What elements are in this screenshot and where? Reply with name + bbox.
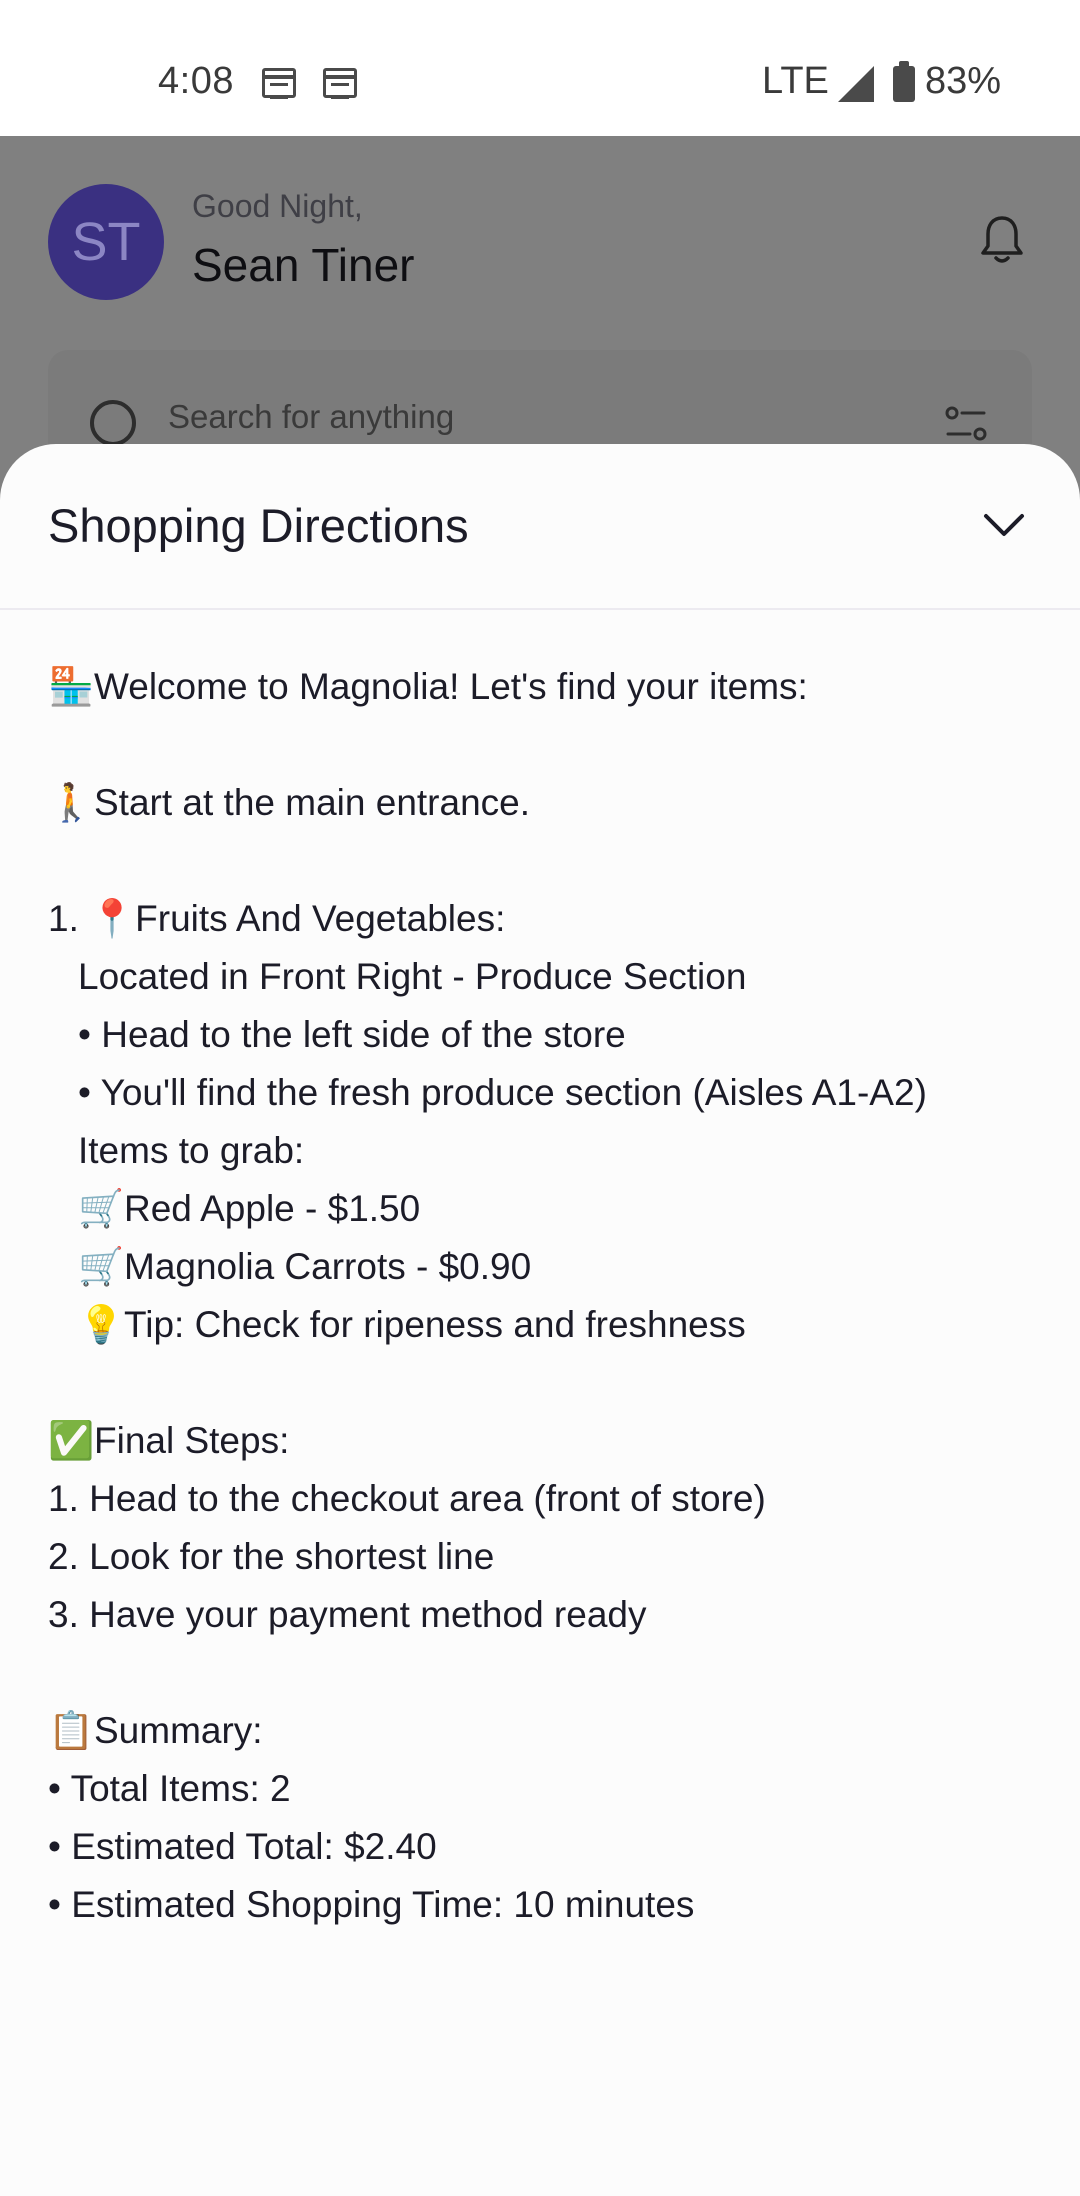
- start-line: 🚶Start at the main entrance.: [48, 778, 1048, 836]
- signal-icon: [838, 66, 874, 102]
- lightbulb-icon: 💡: [78, 1304, 125, 1345]
- summary-heading: 📋Summary:: [48, 1706, 1048, 1764]
- direction-step: • You'll find the fresh produce section …: [78, 1072, 927, 1113]
- clipboard-icon: 📋: [48, 1710, 95, 1751]
- check-icon: ✅: [48, 1420, 95, 1461]
- search-placeholder: Search for anything: [168, 398, 455, 435]
- tip-line: 💡Tip: Check for ripeness and freshness: [48, 1300, 1048, 1358]
- welcome-line: 🏪Welcome to Magnolia! Let's find your it…: [48, 662, 1048, 720]
- status-time: 4:08: [158, 60, 234, 102]
- pin-icon: 📍: [89, 898, 136, 939]
- chevron-down-icon[interactable]: [982, 510, 1026, 540]
- avatar[interactable]: ST: [48, 184, 164, 300]
- bell-icon[interactable]: [978, 214, 1026, 266]
- calendar-icon: [323, 68, 357, 99]
- section-location: Located in Front Right - Produce Section: [78, 956, 747, 997]
- cart-icon: 🛒: [78, 1246, 125, 1287]
- avatar-initials: ST: [71, 212, 141, 272]
- final-step: 2. Look for the shortest line: [48, 1536, 495, 1577]
- final-step: 1. Head to the checkout area (front of s…: [48, 1478, 766, 1519]
- status-bar: 4:08 LTE 83%: [0, 0, 1080, 136]
- section-heading: 1. 📍Fruits And Vegetables:: [48, 894, 1048, 952]
- greeting-text: Good Night,: [192, 188, 363, 224]
- summary-line: • Estimated Shopping Time: 10 minutes: [48, 1884, 695, 1925]
- calendar-icon: [262, 68, 296, 99]
- summary-line: • Total Items: 2: [48, 1768, 291, 1809]
- list-item: 🛒Magnolia Carrots - $0.90: [48, 1242, 1048, 1300]
- divider: [0, 608, 1080, 610]
- final-steps-heading: ✅Final Steps:: [48, 1416, 1048, 1474]
- sheet-title: Shopping Directions: [48, 499, 469, 552]
- list-item: 🛒Red Apple - $1.50: [48, 1184, 1048, 1242]
- items-label: Items to grab:: [78, 1130, 305, 1171]
- store-icon: 🏪: [48, 666, 95, 707]
- cart-icon: 🛒: [78, 1188, 125, 1229]
- summary-line: • Estimated Total: $2.40: [48, 1826, 437, 1867]
- user-name: Sean Tiner: [192, 239, 415, 291]
- filter-icon[interactable]: [944, 404, 988, 444]
- walking-icon: 🚶: [48, 782, 95, 823]
- directions-content: 🏪Welcome to Magnolia! Let's find your it…: [48, 662, 1048, 1938]
- battery-icon: [893, 61, 915, 102]
- direction-step: • Head to the left side of the store: [78, 1014, 626, 1055]
- search-icon: [90, 400, 136, 446]
- network-type: LTE: [762, 60, 829, 102]
- battery-percent: 83%: [925, 60, 1002, 102]
- final-step: 3. Have your payment method ready: [48, 1594, 647, 1635]
